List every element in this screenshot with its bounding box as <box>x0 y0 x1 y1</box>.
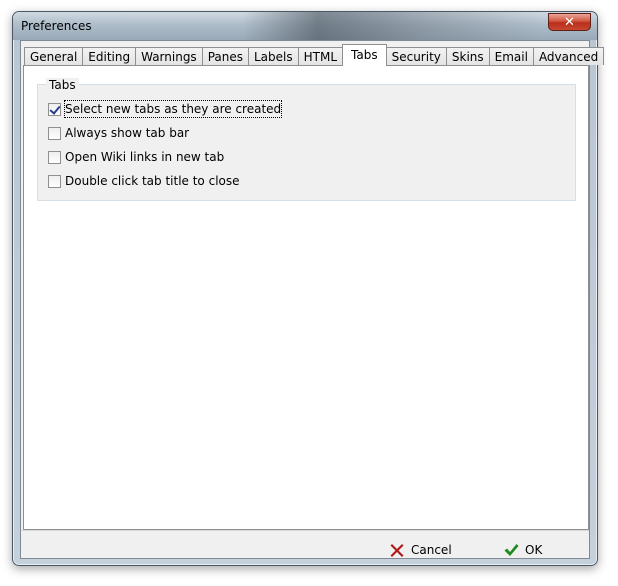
checkbox-select-new-tabs[interactable] <box>48 102 61 116</box>
tab-editing[interactable]: Editing <box>82 47 137 65</box>
tab-email[interactable]: Email <box>488 47 534 65</box>
dialog-client-area: General Editing Warnings Panes Labels HT… <box>20 40 605 561</box>
titlebar-glass-decoration <box>243 12 543 40</box>
cancel-icon <box>390 544 404 557</box>
tab-strip: General Editing Warnings Panes Labels HT… <box>24 44 605 66</box>
title-bar[interactable]: Preferences ✕ <box>13 12 597 40</box>
tab-labels[interactable]: Labels <box>247 47 299 65</box>
option-always-show-tab-bar[interactable]: Always show tab bar <box>48 125 189 141</box>
checkbox-label: Always show tab bar <box>65 126 190 140</box>
ok-label: OK <box>525 543 543 557</box>
tabs-groupbox: Tabs Select new tabs as they are created… <box>37 78 576 201</box>
tab-panel-tabs: Tabs Select new tabs as they are created… <box>23 65 589 530</box>
window-title: Preferences <box>21 19 92 33</box>
tab-security[interactable]: Security <box>385 47 447 65</box>
checkbox-label: Select new tabs as they are created <box>63 100 283 118</box>
checkmark-icon <box>504 544 519 556</box>
footer-separator <box>21 530 589 531</box>
tab-warnings[interactable]: Warnings <box>135 47 203 65</box>
checkbox-double-click-close[interactable] <box>48 174 61 188</box>
checkbox-open-wiki-links[interactable] <box>48 150 61 164</box>
groupbox-title: Tabs <box>46 78 79 92</box>
tab-html[interactable]: HTML <box>297 47 344 65</box>
cancel-button[interactable]: Cancel <box>389 539 452 561</box>
tab-panes[interactable]: Panes <box>201 47 249 65</box>
ok-button[interactable]: OK <box>503 539 542 561</box>
preferences-window: Preferences ✕ General Editing Warnings P… <box>12 11 605 566</box>
cancel-label: Cancel <box>411 543 452 557</box>
close-button[interactable]: ✕ <box>548 13 591 31</box>
checkbox-always-show-tab-bar[interactable] <box>48 126 61 140</box>
tab-skins[interactable]: Skins <box>445 47 490 65</box>
tab-tabs[interactable]: Tabs <box>342 44 387 66</box>
tab-advanced[interactable]: Advanced <box>532 47 605 65</box>
option-select-new-tabs[interactable]: Select new tabs as they are created <box>48 100 283 118</box>
option-open-wiki-links[interactable]: Open Wiki links in new tab <box>48 149 224 165</box>
close-icon: ✕ <box>564 14 575 30</box>
option-double-click-close[interactable]: Double click tab title to close <box>48 173 240 189</box>
tab-general[interactable]: General <box>24 47 84 65</box>
checkbox-label: Open Wiki links in new tab <box>65 150 225 164</box>
checkbox-label: Double click tab title to close <box>65 174 240 188</box>
